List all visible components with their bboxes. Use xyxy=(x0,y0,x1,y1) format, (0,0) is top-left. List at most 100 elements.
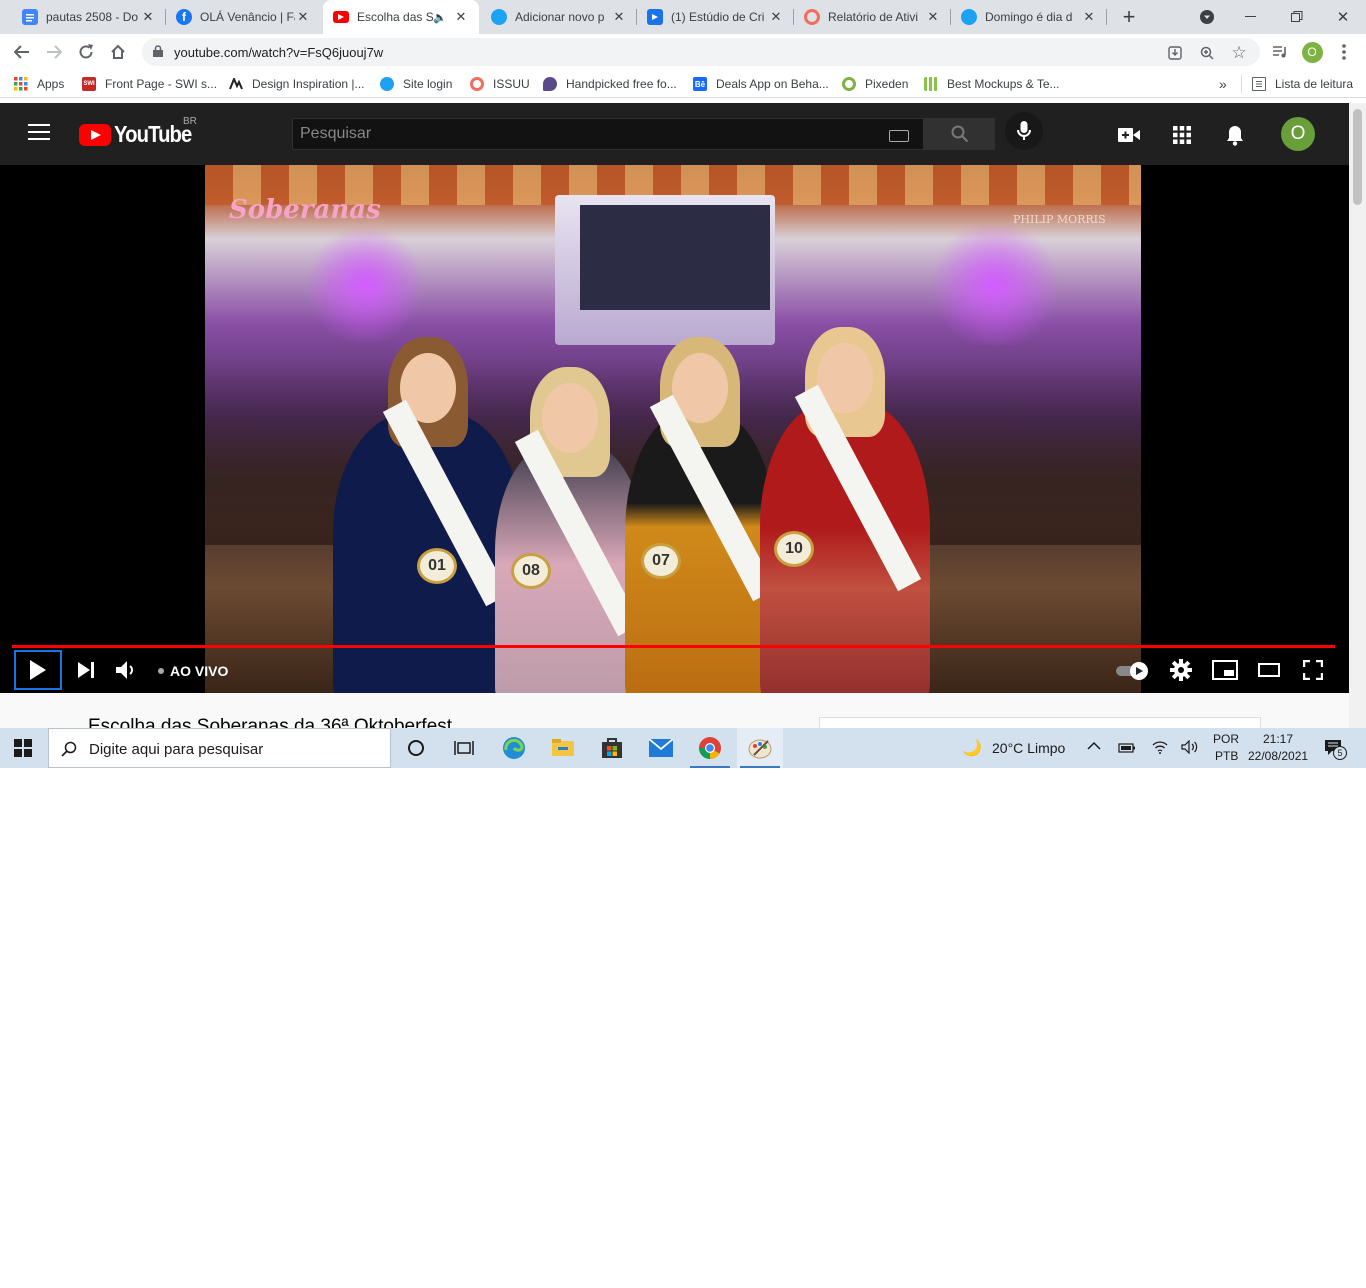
bookmark-pixeden[interactable]: Pixeden xyxy=(842,76,908,92)
bookmarks-overflow-chevron-icon[interactable]: » xyxy=(1219,76,1227,92)
speaker-volume-icon[interactable] xyxy=(1181,739,1199,757)
search-input[interactable]: Pesquisar xyxy=(292,118,924,150)
mail-icon[interactable] xyxy=(638,728,684,768)
close-tab-icon[interactable]: ✕ xyxy=(295,9,311,25)
scrollbar-thumb[interactable] xyxy=(1353,109,1362,205)
miniplayer-icon xyxy=(1212,660,1238,680)
chrome-menu-icon[interactable] xyxy=(1332,40,1356,64)
lock-icon[interactable] xyxy=(153,45,163,57)
taskbar-search-input[interactable]: Digite aqui para pesquisar xyxy=(48,728,391,768)
microsoft-store-icon[interactable] xyxy=(589,728,635,768)
bookmark-best-mockups[interactable]: Best Mockups & Te... xyxy=(924,76,1060,92)
live-dot-icon xyxy=(158,668,164,674)
bookmark-behance[interactable]: Bē Deals App on Beha... xyxy=(693,76,829,92)
clock-time[interactable]: 21:17 xyxy=(1263,732,1293,746)
close-tab-icon[interactable]: ✕ xyxy=(611,9,627,25)
back-arrow-icon[interactable] xyxy=(10,40,34,64)
notification-center-icon[interactable]: 5 xyxy=(1324,739,1347,760)
language-indicator-bottom[interactable]: PTB xyxy=(1215,749,1238,763)
issuu-icon xyxy=(470,77,484,91)
close-tab-icon[interactable]: ✕ xyxy=(768,9,784,25)
tab-title: pautas 2508 - Do xyxy=(46,10,139,24)
wifi-icon[interactable] xyxy=(1152,740,1168,757)
tab-title: (1) Estúdio de Cri xyxy=(671,10,765,24)
media-control-icon[interactable] xyxy=(1268,40,1292,64)
video-player[interactable]: Soberanas PHILIP MORRIS 01 08 07 10 AO V… xyxy=(0,165,1349,693)
tab-search-icon[interactable] xyxy=(1196,0,1218,34)
bookmark-front-page[interactable]: SWI Front Page - SWI s... xyxy=(82,76,217,92)
reading-list-button[interactable]: Lista de leitura xyxy=(1252,76,1353,92)
play-button[interactable] xyxy=(14,650,62,690)
page-scrollbar[interactable] xyxy=(1349,103,1366,728)
tab-facebook[interactable]: f OLÁ Venâncio | Fa ✕ xyxy=(166,0,321,34)
tab-pautas[interactable]: pautas 2508 - Do ✕ xyxy=(12,0,166,34)
browser-tab-strip: pautas 2508 - Do ✕ f OLÁ Venâncio | Fa ✕… xyxy=(0,0,1366,34)
bookmark-handpicked-fonts[interactable]: Handpicked free fo... xyxy=(543,76,677,92)
settings-button[interactable] xyxy=(1163,652,1199,688)
awwwards-icon xyxy=(229,77,243,91)
battery-icon[interactable] xyxy=(1118,741,1136,757)
bookmark-star-icon[interactable]: ☆ xyxy=(1230,43,1248,62)
bookmark-apps[interactable]: Apps xyxy=(14,76,64,92)
keyboard-icon[interactable] xyxy=(889,130,909,142)
profile-avatar[interactable]: O xyxy=(1300,40,1324,64)
zoom-icon[interactable] xyxy=(1198,44,1216,62)
close-tab-icon[interactable]: ✕ xyxy=(453,9,469,25)
video-frame[interactable]: Soberanas PHILIP MORRIS 01 08 07 10 xyxy=(205,165,1141,693)
paint-app-icon[interactable] xyxy=(737,728,783,768)
bookmark-design-inspiration[interactable]: Design Inspiration |... xyxy=(229,76,365,92)
clock-date[interactable]: 22/08/2021 xyxy=(1248,749,1308,763)
new-tab-button[interactable]: + xyxy=(1115,0,1143,34)
tab-relatorio[interactable]: Relatório de Ativi ✕ xyxy=(794,0,951,34)
close-tab-icon[interactable]: ✕ xyxy=(1081,9,1097,25)
mockups-icon xyxy=(924,77,938,91)
url-text[interactable]: youtube.com/watch?v=FsQ6juouj7w xyxy=(174,45,383,60)
close-tab-icon[interactable]: ✕ xyxy=(140,9,156,25)
notifications-bell-icon[interactable] xyxy=(1224,124,1246,146)
search-button[interactable] xyxy=(924,118,995,150)
close-tab-icon[interactable]: ✕ xyxy=(925,9,941,25)
weather-text[interactable]: 20°C Limpo xyxy=(992,740,1065,756)
bookmark-issuu[interactable]: ISSUU xyxy=(470,76,530,92)
voice-search-button[interactable] xyxy=(1005,112,1043,150)
audio-playing-icon[interactable]: 🔈 xyxy=(433,11,447,24)
weather-moon-icon[interactable]: 🌙 xyxy=(962,738,982,758)
create-video-icon[interactable] xyxy=(1118,124,1140,146)
apps-grid-icon[interactable] xyxy=(1171,124,1193,146)
task-view-icon[interactable] xyxy=(441,728,487,768)
swi-icon: SWI xyxy=(82,77,96,91)
minimize-window-icon[interactable] xyxy=(1236,0,1266,34)
cortana-icon[interactable] xyxy=(393,728,439,768)
install-app-icon[interactable] xyxy=(1166,44,1184,62)
miniplayer-button[interactable] xyxy=(1207,652,1243,688)
home-icon[interactable] xyxy=(106,40,130,64)
autoplay-toggle[interactable] xyxy=(1116,662,1150,680)
next-video-button[interactable] xyxy=(68,652,104,688)
edge-browser-icon[interactable] xyxy=(491,728,537,768)
forward-arrow-icon[interactable] xyxy=(42,40,66,64)
tab-youtube-active[interactable]: Escolha das S 🔈 ✕ xyxy=(323,0,479,34)
theater-mode-button[interactable] xyxy=(1251,652,1287,688)
mute-button[interactable] xyxy=(108,652,144,688)
youtube-logo[interactable]: YouTube BR xyxy=(79,116,202,148)
tab-estudio[interactable]: (1) Estúdio de Cri ✕ xyxy=(637,0,794,34)
country-code: BR xyxy=(183,116,197,127)
show-hidden-icons-chevron-icon[interactable] xyxy=(1087,738,1101,754)
reading-list-label: Lista de leitura xyxy=(1275,77,1354,91)
bookmark-site-login[interactable]: Site login xyxy=(380,76,452,92)
fullscreen-button[interactable] xyxy=(1295,652,1331,688)
bookmark-label: Design Inspiration |... xyxy=(252,77,365,91)
tab-adicionar[interactable]: Adicionar novo p ✕ xyxy=(481,0,637,34)
reload-icon[interactable] xyxy=(74,40,98,64)
tab-domingo[interactable]: Domingo é dia d ✕ xyxy=(951,0,1107,34)
account-avatar[interactable]: O xyxy=(1281,117,1315,151)
language-indicator-top[interactable]: POR xyxy=(1213,732,1239,746)
hamburger-menu-icon[interactable] xyxy=(28,124,50,142)
address-bar[interactable]: youtube.com/watch?v=FsQ6juouj7w ☆ xyxy=(142,38,1260,66)
live-indicator[interactable]: AO VIVO xyxy=(158,663,228,679)
file-explorer-icon[interactable] xyxy=(540,728,586,768)
restore-window-icon[interactable] xyxy=(1282,0,1312,34)
close-window-icon[interactable]: ✕ xyxy=(1328,0,1358,34)
windows-start-icon[interactable] xyxy=(14,739,32,757)
chrome-icon[interactable] xyxy=(687,728,733,768)
